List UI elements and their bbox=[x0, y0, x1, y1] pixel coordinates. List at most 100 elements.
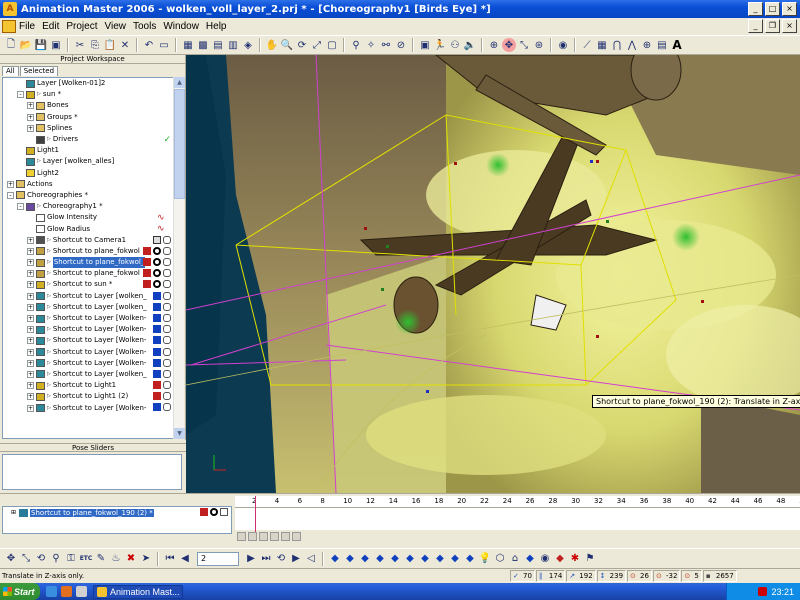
taskbar-app-button[interactable]: Animation Mast... bbox=[93, 584, 183, 599]
cube-icon[interactable] bbox=[153, 325, 161, 334]
new-icon[interactable]: 🗋 bbox=[4, 38, 18, 52]
timeline-ruler[interactable]: 2468101214161820222426283032343638404244… bbox=[235, 496, 800, 508]
doc-restore-button[interactable]: ❐ bbox=[765, 19, 780, 33]
expand-icon[interactable]: + bbox=[27, 281, 34, 289]
etc-icon[interactable]: ETC bbox=[79, 552, 93, 566]
maximize-button[interactable]: □ bbox=[765, 2, 780, 16]
first-frame-icon[interactable]: ⏮ bbox=[163, 552, 177, 566]
tree-row[interactable]: + ▷ Shortcut to Layer [wolken_ bbox=[3, 291, 173, 302]
tl-tool-icon[interactable] bbox=[237, 532, 246, 541]
tree-row[interactable]: + ▷ Shortcut to Layer [Wolken- bbox=[3, 324, 173, 335]
camera-view-icon[interactable] bbox=[163, 358, 171, 367]
tree-row[interactable]: Light2 bbox=[3, 168, 173, 179]
check-icon[interactable]: ✓ bbox=[163, 135, 171, 145]
cube-icon-6[interactable]: ◆ bbox=[403, 552, 417, 566]
triangle-icon[interactable]: ▷ bbox=[47, 279, 51, 290]
save-icon[interactable]: 💾 bbox=[34, 38, 48, 52]
menu-tools[interactable]: Tools bbox=[133, 21, 156, 32]
bone-tool-icon[interactable]: ⚲ bbox=[49, 552, 63, 566]
ring-icon[interactable] bbox=[153, 246, 161, 255]
tree-row[interactable]: + ▷ Shortcut to Layer [Wolken- bbox=[3, 313, 173, 324]
bones-icon[interactable] bbox=[200, 508, 208, 516]
close-button[interactable]: × bbox=[782, 2, 797, 16]
cube-icon-9[interactable]: ◆ bbox=[448, 552, 462, 566]
triangle-icon[interactable]: ▷ bbox=[47, 335, 51, 346]
title-bar[interactable]: A Animation Master 2006 - wolken_voll_la… bbox=[0, 0, 800, 18]
cube-icon[interactable] bbox=[153, 336, 161, 345]
tree-row[interactable]: + ▷ Shortcut to Layer [Wolken- bbox=[3, 347, 173, 358]
expand-icon[interactable]: + bbox=[27, 393, 34, 401]
delete-icon[interactable]: ✕ bbox=[118, 38, 132, 52]
loop-icon[interactable]: ⟲ bbox=[274, 552, 288, 566]
timeline-selected-label[interactable]: Shortcut to plane_fokwol_190 (2) * bbox=[30, 508, 154, 517]
ring-icon[interactable] bbox=[153, 280, 161, 289]
realtime-icon[interactable]: ◈ bbox=[241, 38, 255, 52]
triangle-icon[interactable]: ▷ bbox=[47, 380, 51, 391]
cube-icon-5[interactable]: ◆ bbox=[388, 552, 402, 566]
text-icon[interactable]: A bbox=[670, 38, 684, 52]
expand-icon[interactable]: + bbox=[27, 270, 34, 278]
tree-row[interactable]: ▷ Layer [wolken_alles] bbox=[3, 156, 173, 167]
timeline-row[interactable]: ⊞ Shortcut to plane_fokwol_190 (2) * bbox=[3, 507, 231, 518]
cube-icon-1[interactable]: ◆ bbox=[328, 552, 342, 566]
cut-icon[interactable]: ✂ bbox=[73, 38, 87, 52]
menu-edit[interactable]: Edit bbox=[42, 21, 59, 32]
ring-icon[interactable] bbox=[153, 258, 161, 266]
triangle-icon[interactable]: ▷ bbox=[47, 268, 51, 279]
triangle-icon[interactable]: ▷ bbox=[37, 89, 41, 100]
camera-view-icon[interactable] bbox=[163, 291, 171, 300]
bones-icon[interactable] bbox=[143, 269, 151, 278]
key-icon[interactable]: ⚿ bbox=[64, 552, 78, 566]
expand-icon[interactable]: + bbox=[27, 326, 34, 334]
skeletal-mode-icon[interactable]: ⚯ bbox=[379, 38, 393, 52]
tree-row[interactable]: + Splines bbox=[3, 123, 173, 134]
tree-row[interactable]: - Choreographies * bbox=[3, 190, 173, 201]
triangle-icon[interactable]: ▷ bbox=[47, 403, 51, 414]
cube-icon[interactable] bbox=[153, 369, 161, 378]
camera-view-icon[interactable] bbox=[163, 280, 171, 289]
tree-scrollbar[interactable]: ▲ ▼ bbox=[173, 77, 185, 439]
camera-view-icon[interactable] bbox=[163, 302, 171, 311]
tree-row[interactable]: + ▷ Shortcut to Layer [wolken_ bbox=[3, 302, 173, 313]
expand-icon[interactable]: ⊞ bbox=[11, 509, 16, 516]
app-icon[interactable]: A bbox=[3, 2, 17, 16]
tree-row[interactable]: + Groups * bbox=[3, 112, 173, 123]
tl-tool-icon[interactable] bbox=[270, 532, 279, 541]
cube-icon-3[interactable]: ◆ bbox=[358, 552, 372, 566]
flag-icon[interactable]: ⚑ bbox=[583, 552, 597, 566]
tl-tool-icon[interactable] bbox=[281, 532, 290, 541]
cube-icon[interactable] bbox=[153, 358, 161, 367]
snap-icon[interactable]: ▤ bbox=[655, 38, 669, 52]
tree-row[interactable]: + Actions bbox=[3, 179, 173, 190]
ring-icon[interactable] bbox=[153, 269, 161, 278]
quick-render-icon[interactable]: ▢ bbox=[325, 38, 339, 52]
tl-tool-icon[interactable] bbox=[248, 532, 257, 541]
globe-tool-icon[interactable]: ◉ bbox=[538, 552, 552, 566]
expand-icon[interactable]: + bbox=[27, 337, 34, 345]
prev-frame-icon[interactable]: ◀ bbox=[178, 552, 192, 566]
cube-icon-10[interactable]: ◆ bbox=[463, 552, 477, 566]
tree-row[interactable]: Light1 bbox=[3, 145, 173, 156]
tree-row[interactable]: Glow Radius ∿ bbox=[3, 223, 173, 234]
triangle-icon[interactable]: ▷ bbox=[47, 358, 51, 369]
peak-icon[interactable]: ⋀ bbox=[625, 38, 639, 52]
cube-icon-8[interactable]: ◆ bbox=[433, 552, 447, 566]
tree-row[interactable]: + ▷ Shortcut to plane_fokwol_ bbox=[3, 257, 173, 269]
delete-key-icon[interactable]: ✖ bbox=[124, 552, 138, 566]
menu-project[interactable]: Project bbox=[66, 21, 97, 32]
constraint-icon[interactable]: ⚇ bbox=[448, 38, 462, 52]
expand-icon[interactable]: + bbox=[27, 315, 34, 323]
desktop-icon[interactable] bbox=[76, 586, 87, 597]
triangle-icon[interactable]: ▷ bbox=[47, 257, 51, 268]
bones-mode-icon[interactable]: ⚲ bbox=[349, 38, 363, 52]
cube-icon-4[interactable]: ◆ bbox=[373, 552, 387, 566]
zoom-icon[interactable]: 🔍 bbox=[280, 38, 294, 52]
viewport-3d[interactable]: Shortcut to plane_fokwol_190 (2): Transl… bbox=[186, 55, 800, 493]
document-icon[interactable] bbox=[2, 20, 16, 33]
open-icon[interactable]: 📂 bbox=[19, 38, 33, 52]
collapse-icon[interactable]: - bbox=[17, 91, 24, 99]
camera-view-icon[interactable] bbox=[163, 336, 171, 345]
rotate-icon[interactable]: ⊛ bbox=[532, 38, 546, 52]
undo-icon[interactable]: ↶ bbox=[142, 38, 156, 52]
world-icon[interactable]: ◉ bbox=[556, 38, 570, 52]
